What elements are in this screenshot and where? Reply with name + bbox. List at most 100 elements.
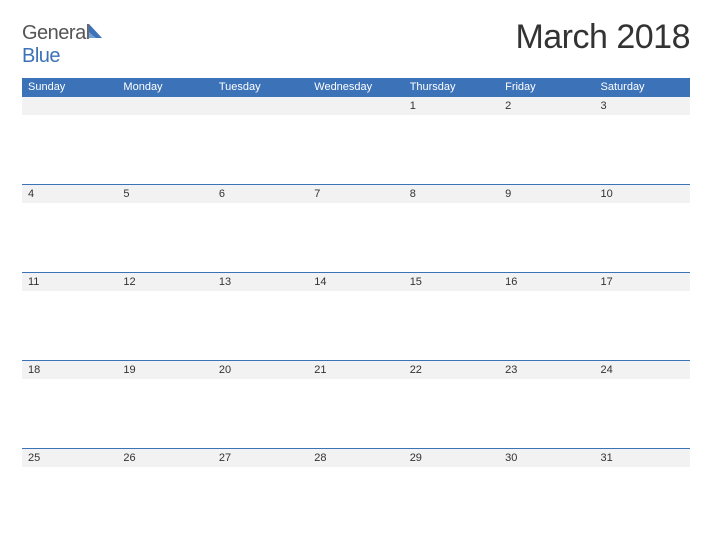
- day-number: 15: [404, 273, 499, 291]
- calendar-day-cell: 2: [499, 97, 594, 185]
- day-cell-body: [22, 291, 117, 360]
- day-cell-body: [595, 115, 690, 184]
- day-cell-body: [308, 291, 403, 360]
- header: GeneralBlue March 2018: [22, 18, 690, 68]
- calendar-day-cell: 1: [404, 97, 499, 185]
- day-cell-body: [213, 115, 308, 184]
- calendar-day-cell: 19: [117, 361, 212, 449]
- day-number: 3: [595, 97, 690, 115]
- brand-word-2: Blue: [22, 45, 60, 67]
- day-number: 1: [404, 97, 499, 115]
- day-number: 25: [22, 449, 117, 467]
- day-number: 16: [499, 273, 594, 291]
- brand-word-1: General: [22, 22, 90, 44]
- day-header: Monday: [117, 78, 212, 97]
- day-number: 8: [404, 185, 499, 203]
- day-cell-body: [22, 203, 117, 272]
- calendar-day-cell: 28: [308, 449, 403, 537]
- calendar-grid: Sunday Monday Tuesday Wednesday Thursday…: [22, 78, 690, 537]
- day-number: 7: [308, 185, 403, 203]
- calendar-day-cell: 13: [213, 273, 308, 361]
- calendar-day-cell: 7: [308, 185, 403, 273]
- calendar-day-cell: 17: [595, 273, 690, 361]
- calendar-day-cell: 14: [308, 273, 403, 361]
- day-cell-body: [22, 467, 117, 537]
- calendar-day-cell: 24: [595, 361, 690, 449]
- day-cell-body: [499, 291, 594, 360]
- day-number: 20: [213, 361, 308, 379]
- calendar-title: March 2018: [515, 18, 690, 57]
- day-cell-body: [117, 203, 212, 272]
- day-cell-body: [595, 203, 690, 272]
- brand-logo: GeneralBlue: [22, 22, 104, 68]
- day-number: 10: [595, 185, 690, 203]
- calendar-day-cell: 20: [213, 361, 308, 449]
- day-header: Thursday: [404, 78, 499, 97]
- day-number: 11: [22, 273, 117, 291]
- day-number: 27: [213, 449, 308, 467]
- day-cell-body: [117, 467, 212, 537]
- calendar-day-cell: 11: [22, 273, 117, 361]
- calendar-day-cell: 15: [404, 273, 499, 361]
- day-header: Sunday: [22, 78, 117, 97]
- calendar-day-cell: .: [213, 97, 308, 185]
- calendar-week-row: 45678910: [22, 185, 690, 273]
- day-cell-body: [117, 291, 212, 360]
- day-cell-body: [499, 203, 594, 272]
- calendar-week-row: 11121314151617: [22, 273, 690, 361]
- day-cell-body: [22, 379, 117, 448]
- day-cell-body: [213, 379, 308, 448]
- day-cell-body: [308, 467, 403, 537]
- day-number: 12: [117, 273, 212, 291]
- day-number: 14: [308, 273, 403, 291]
- day-header-row: Sunday Monday Tuesday Wednesday Thursday…: [22, 78, 690, 97]
- day-cell-body: [308, 115, 403, 184]
- day-number: 19: [117, 361, 212, 379]
- calendar-day-cell: 5: [117, 185, 212, 273]
- day-number: 17: [595, 273, 690, 291]
- brand-text: GeneralBlue: [22, 22, 104, 68]
- day-cell-body: [404, 467, 499, 537]
- day-number: 4: [22, 185, 117, 203]
- day-number: 22: [404, 361, 499, 379]
- day-number: 13: [213, 273, 308, 291]
- calendar-week-row: 25262728293031: [22, 449, 690, 537]
- calendar-day-cell: 10: [595, 185, 690, 273]
- calendar-day-cell: 6: [213, 185, 308, 273]
- sail-icon: [88, 22, 104, 45]
- calendar-day-cell: .: [22, 97, 117, 185]
- calendar-day-cell: 18: [22, 361, 117, 449]
- calendar-week-row: 18192021222324: [22, 361, 690, 449]
- day-number: 21: [308, 361, 403, 379]
- day-cell-body: [213, 291, 308, 360]
- day-number: 26: [117, 449, 212, 467]
- day-cell-body: [117, 379, 212, 448]
- calendar-day-cell: 16: [499, 273, 594, 361]
- calendar-day-cell: 12: [117, 273, 212, 361]
- day-number: 2: [499, 97, 594, 115]
- day-cell-body: [213, 467, 308, 537]
- calendar-body: ....123456789101112131415161718192021222…: [22, 97, 690, 537]
- calendar-day-cell: 25: [22, 449, 117, 537]
- day-cell-body: [404, 115, 499, 184]
- day-number: 24: [595, 361, 690, 379]
- day-cell-body: [595, 291, 690, 360]
- day-number: 31: [595, 449, 690, 467]
- calendar-day-cell: 22: [404, 361, 499, 449]
- calendar-day-cell: .: [308, 97, 403, 185]
- day-cell-body: [595, 379, 690, 448]
- day-cell-body: [308, 203, 403, 272]
- calendar-day-cell: 21: [308, 361, 403, 449]
- day-cell-body: [499, 467, 594, 537]
- day-cell-body: [22, 115, 117, 184]
- day-number: 23: [499, 361, 594, 379]
- calendar-day-cell: 8: [404, 185, 499, 273]
- day-number: 29: [404, 449, 499, 467]
- day-header: Wednesday: [308, 78, 403, 97]
- day-cell-body: [499, 115, 594, 184]
- calendar-day-cell: 4: [22, 185, 117, 273]
- day-cell-body: [499, 379, 594, 448]
- calendar-day-cell: 31: [595, 449, 690, 537]
- calendar-day-cell: 27: [213, 449, 308, 537]
- day-cell-body: [213, 203, 308, 272]
